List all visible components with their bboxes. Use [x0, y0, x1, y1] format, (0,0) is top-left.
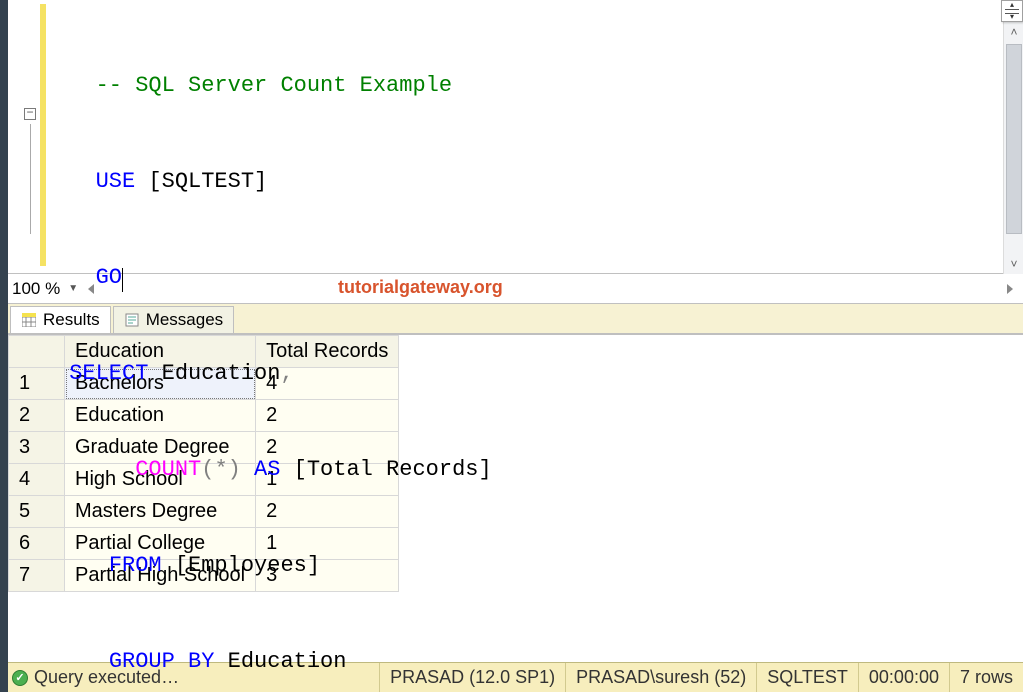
zoom-bar: 100 % ▼ tutorialgateway.org: [8, 274, 1023, 304]
zoom-level[interactable]: 100 %: [12, 279, 60, 299]
success-icon: ✓: [12, 670, 28, 686]
fold-toggle-icon[interactable]: [24, 108, 36, 120]
horizontal-scroll-track[interactable]: [86, 282, 1015, 296]
sql-editor[interactable]: -- SQL Server Count Example USE [SQLTEST…: [8, 0, 1023, 274]
scroll-down-icon[interactable]: ˅: [1004, 254, 1023, 274]
code-comment: -- SQL Server Count Example: [96, 73, 452, 98]
scroll-thumb[interactable]: [1006, 44, 1022, 234]
watermark-text: tutorialgateway.org: [338, 277, 503, 298]
zoom-dropdown-icon[interactable]: ▼: [68, 283, 78, 294]
grid-icon: [21, 312, 37, 328]
scroll-up-icon[interactable]: ˄: [1004, 22, 1023, 42]
editor-gutter: [8, 0, 52, 273]
editor-scrollbar[interactable]: ˄ ˅: [1003, 0, 1023, 274]
code-area[interactable]: -- SQL Server Count Example USE [SQLTEST…: [52, 0, 1023, 273]
split-pane-icon[interactable]: ▴ ▾: [1001, 0, 1023, 22]
